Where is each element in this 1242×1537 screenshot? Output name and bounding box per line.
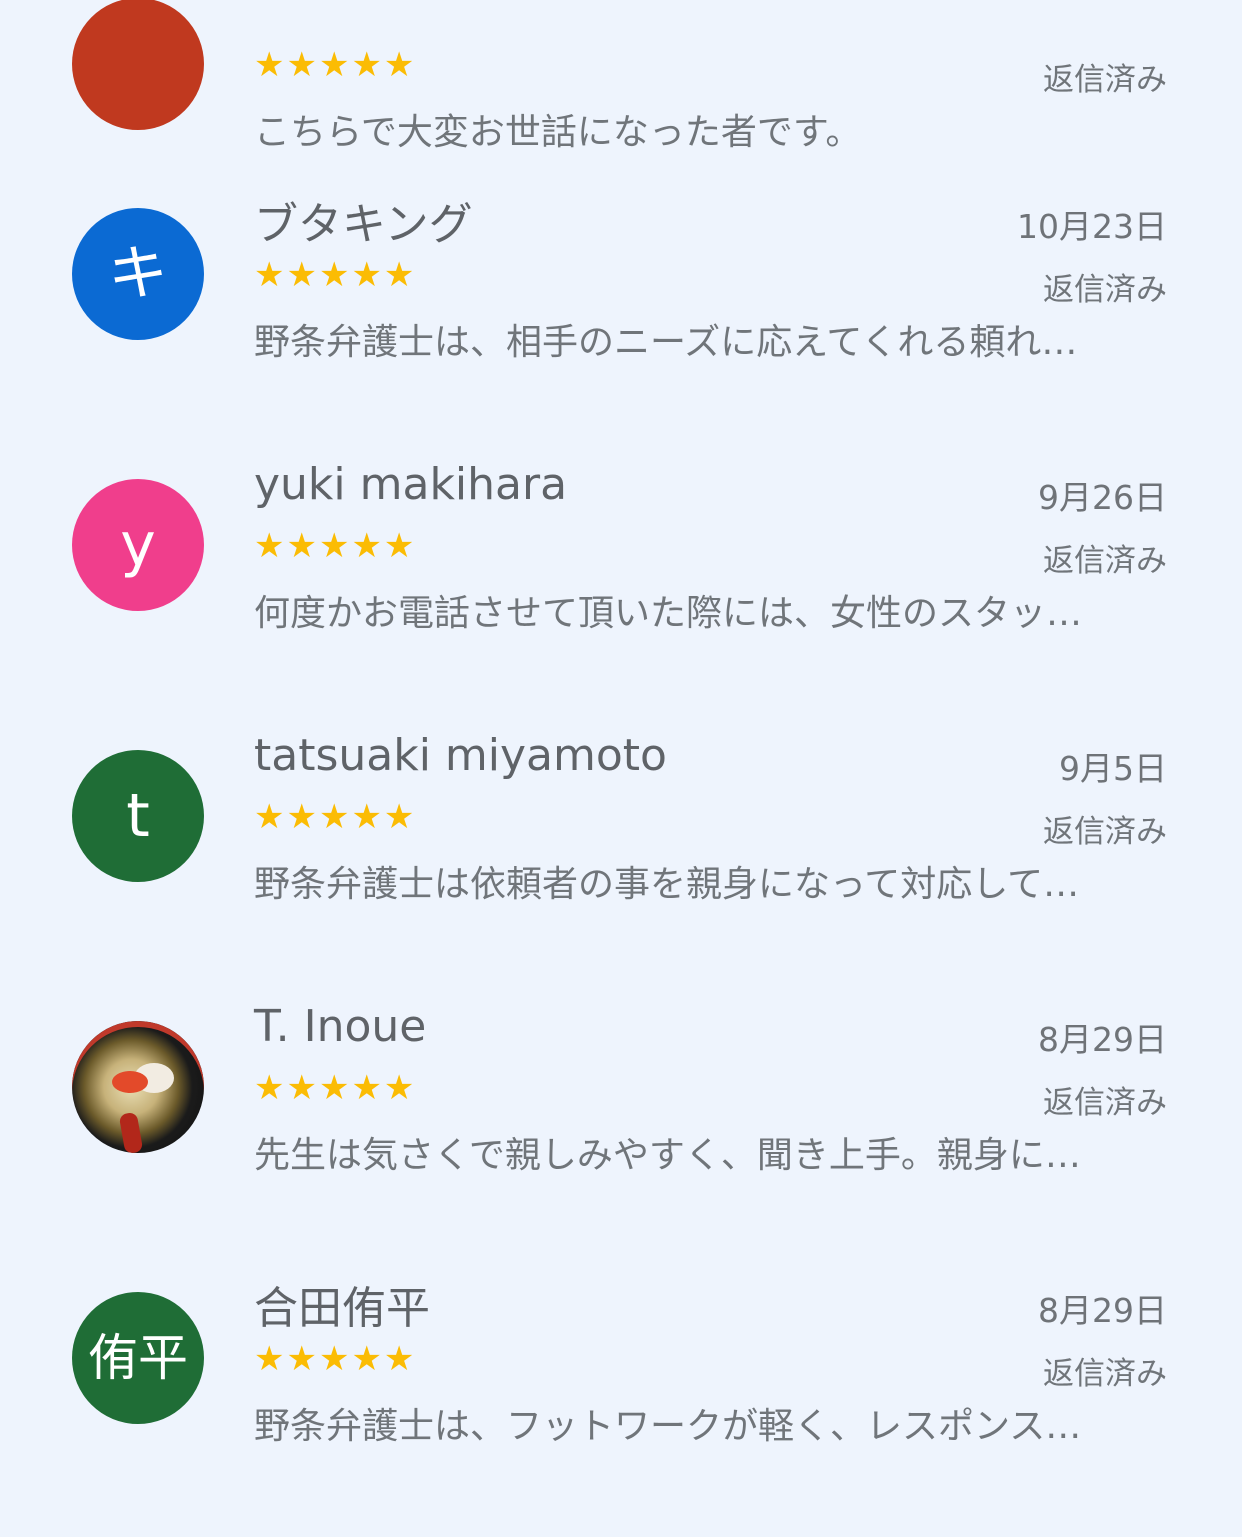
review-date: 9月26日 (1038, 478, 1167, 517)
reply-status: 返信済み (1043, 1356, 1167, 1392)
reviewer-name[interactable]: tatsuaki miyamoto (254, 730, 667, 781)
reviewer-name[interactable]: T. Inoue (254, 1001, 426, 1052)
star-rating: ★★★★★ (254, 1339, 417, 1379)
review-date: 9月5日 (1059, 749, 1167, 788)
reviewer-name[interactable]: yuki makihara (254, 459, 567, 510)
review-item[interactable]: y yuki makihara 9月26日 ★★★★★ 返信済み 何度かお電話さ… (0, 271, 1242, 634)
avatar-initial: 侑平 (88, 1329, 188, 1387)
review-item[interactable]: 侑平 合田侑平 8月29日 ★★★★★ 返信済み 野条弁護士は、フットワークが軽… (0, 1084, 1242, 1447)
review-snippet[interactable]: 野条弁護士は、フットワークが軽く、レスポンス… (254, 1397, 1164, 1449)
reviewer-name[interactable]: 合田侑平 (254, 1272, 430, 1336)
avatar[interactable]: 侑平 (72, 1292, 204, 1424)
review-date: 8月29日 (1038, 1020, 1167, 1059)
review-date: 10月23日 (1017, 207, 1167, 246)
review-item[interactable]: キ ブタキング 10月23日 ★★★★★ 返信済み 野条弁護士は、相手のニーズに… (0, 0, 1242, 363)
reviews-list: ★★★★★ 返信済み こちらで大変お世話になった者です。 キ ブタキング 10月… (0, 0, 1242, 1537)
review-item[interactable]: t tatsuaki miyamoto 9月5日 ★★★★★ 返信済み 野条弁護… (0, 542, 1242, 905)
review-item[interactable]: T. Inoue 8月29日 ★★★★★ 返信済み 先生は気さくで親しみやすく、… (0, 813, 1242, 1176)
review-date: 8月29日 (1038, 1291, 1167, 1330)
reviewer-name[interactable]: ブタキング (254, 188, 473, 252)
